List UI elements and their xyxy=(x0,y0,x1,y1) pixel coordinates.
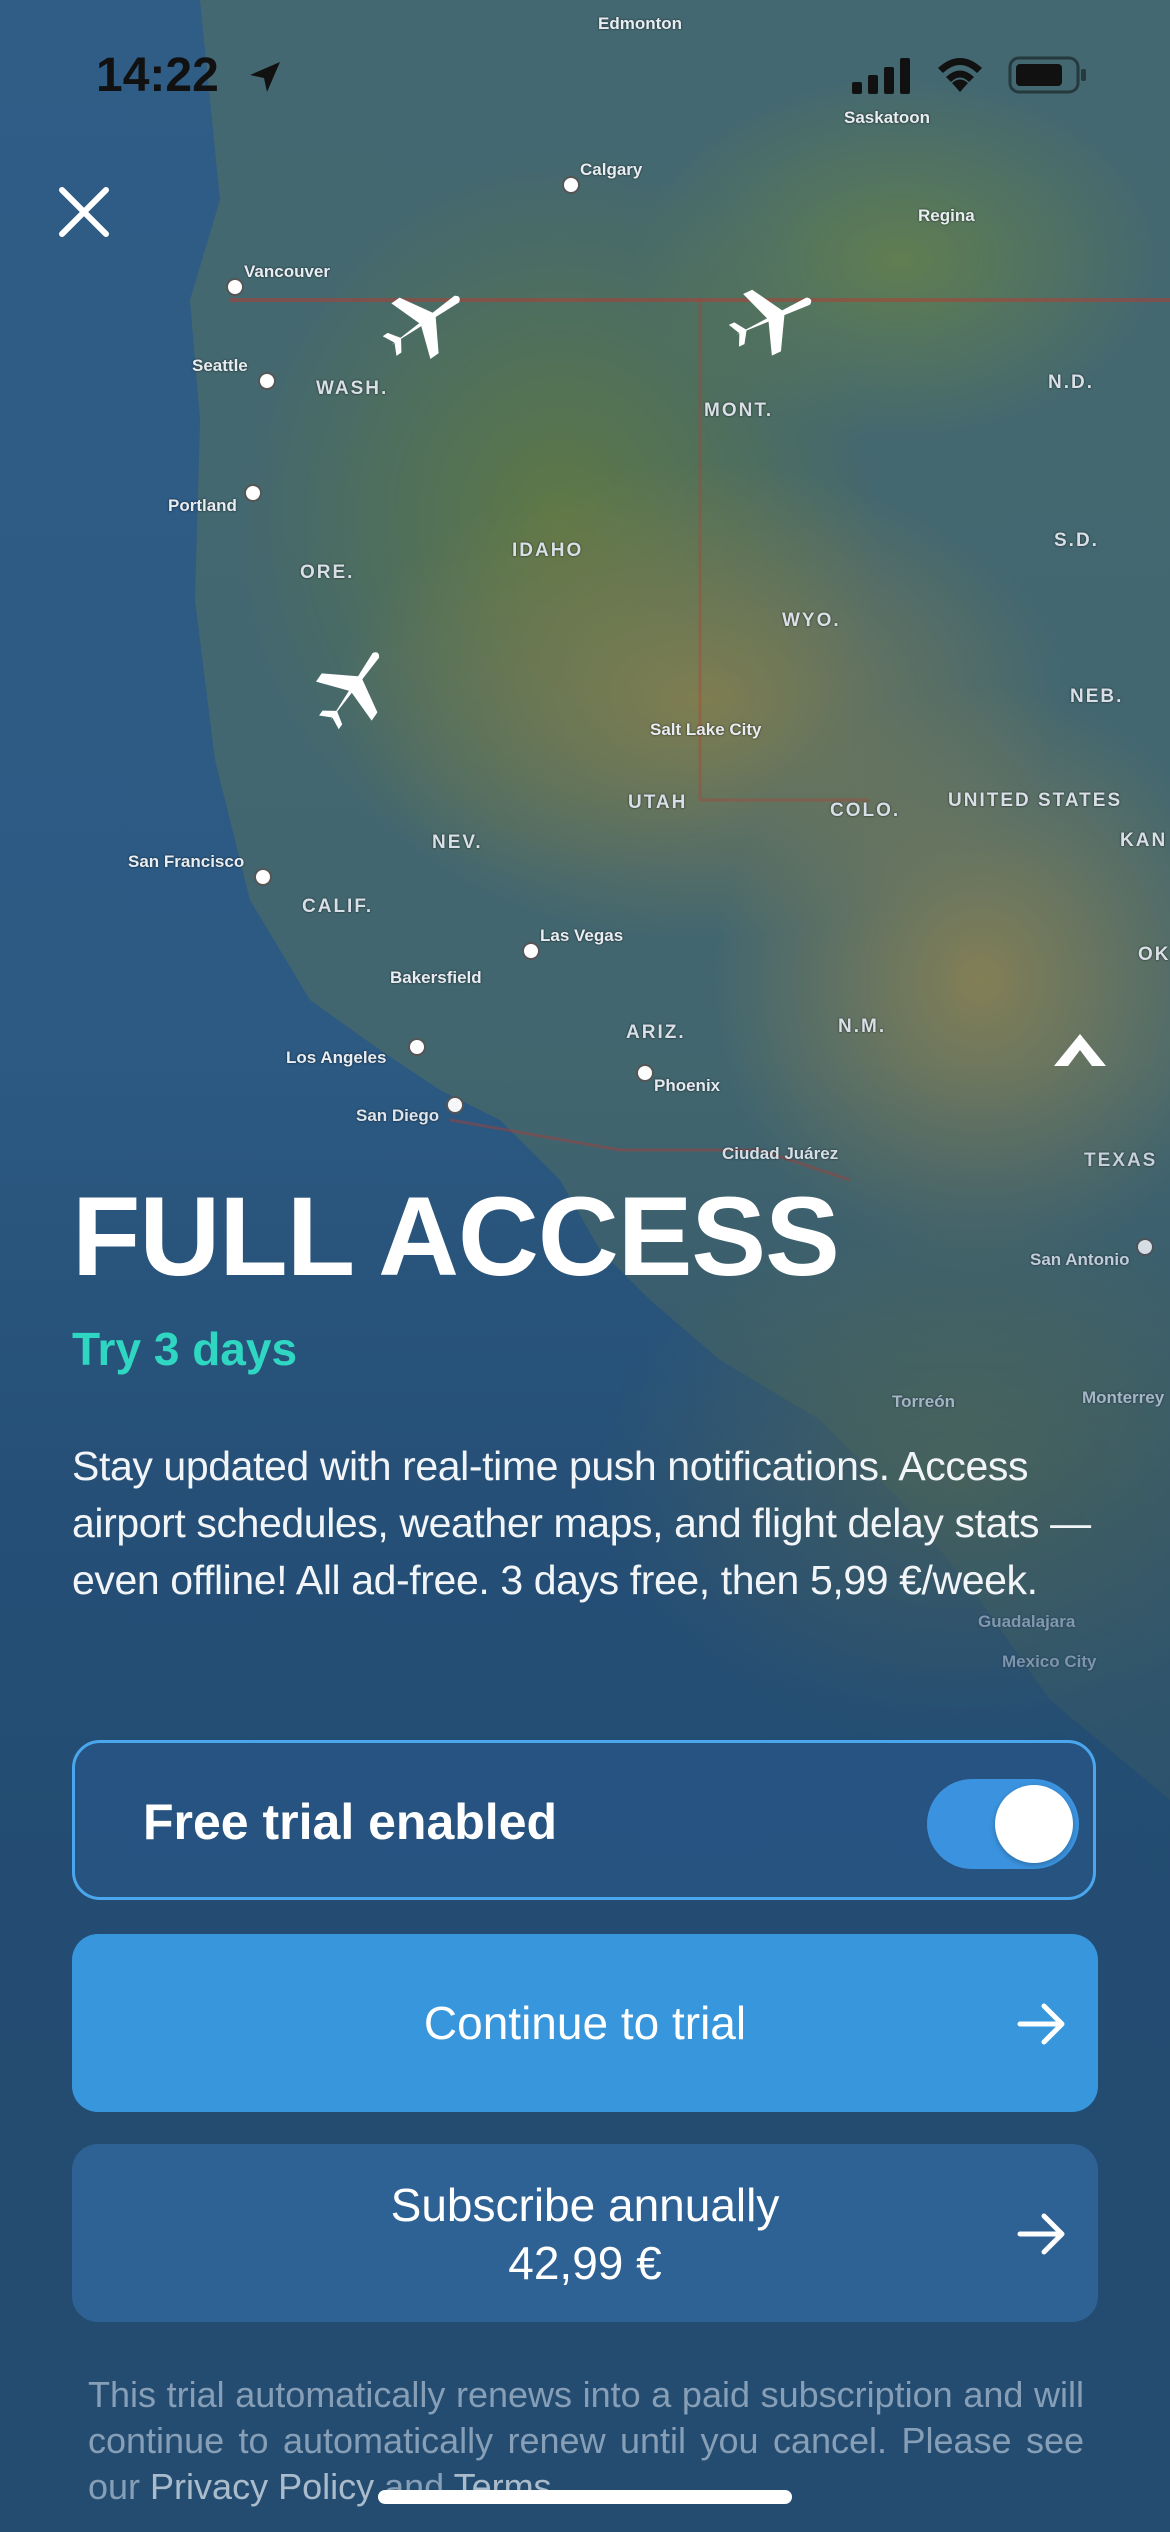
map-label-monterrey: Monterrey xyxy=(1082,1388,1165,1407)
map-label-los-angeles: Los Angeles xyxy=(286,1048,387,1067)
map-label-wyo: WYO. xyxy=(782,610,841,631)
map-label-san-diego: San Diego xyxy=(356,1106,440,1125)
map-label-torreon: Torreón xyxy=(892,1392,955,1411)
map-label-nev: NEV. xyxy=(432,832,483,853)
map-label-las-vegas: Las Vegas xyxy=(540,926,624,945)
map-label-san-francisco: San Francisco xyxy=(128,852,245,871)
home-indicator[interactable] xyxy=(378,2490,792,2504)
map-label-utah: UTAH xyxy=(628,792,688,813)
map-label-phoenix: Phoenix xyxy=(654,1076,721,1095)
airplane-icon[interactable] xyxy=(308,640,398,736)
trial-tagline: Try 3 days xyxy=(72,1323,298,1375)
map-label-mexico-city: Mexico City xyxy=(1002,1652,1097,1671)
city-dot xyxy=(258,372,276,390)
map-label-portland: Portland xyxy=(168,496,237,515)
battery-icon xyxy=(1008,56,1086,94)
continue-to-trial-label: Continue to trial xyxy=(423,1997,747,2049)
signal-icon xyxy=(852,58,910,94)
switch-knob xyxy=(995,1785,1073,1863)
map-label-nm: N.M. xyxy=(838,1016,887,1037)
wifi-icon xyxy=(938,58,982,92)
airplane-icon[interactable] xyxy=(724,276,820,360)
map-label-neb: NEB. xyxy=(1070,686,1124,707)
map-label-colo: COLO. xyxy=(830,800,901,821)
map-label-seattle: Seattle xyxy=(192,356,248,375)
map-label-ariz: ARIZ. xyxy=(626,1022,686,1043)
map-label-ok: OK xyxy=(1138,944,1170,965)
airplane-icon[interactable] xyxy=(1040,1024,1120,1068)
subscribe-annually-label: Subscribe annually xyxy=(390,2179,780,2231)
subscribe-annually-price: 42,99 € xyxy=(508,2237,662,2289)
city-dot xyxy=(244,484,262,502)
city-dot xyxy=(636,1064,654,1082)
subscribe-annually-button[interactable]: Subscribe annually 42,99 € xyxy=(72,2144,1098,2322)
free-trial-toggle-card[interactable]: Free trial enabled xyxy=(72,1740,1096,1900)
city-dot xyxy=(446,1096,464,1114)
status-bar: 14:22 xyxy=(0,0,1170,150)
map-label-wash: WASH. xyxy=(316,378,389,399)
arrow-right-icon xyxy=(1017,2003,1065,2045)
map-label-nd: N.D. xyxy=(1048,372,1094,393)
status-time: 14:22 xyxy=(96,49,219,102)
city-dot xyxy=(562,176,580,194)
airplane-icon[interactable] xyxy=(376,282,472,362)
map-label-kan: KAN xyxy=(1120,830,1168,851)
city-dot xyxy=(408,1038,426,1056)
city-dot xyxy=(226,278,244,296)
map-label-idaho: IDAHO xyxy=(512,540,584,561)
continue-to-trial-button[interactable]: Continue to trial xyxy=(72,1934,1098,2112)
map-label-mont: MONT. xyxy=(704,400,774,421)
city-dot xyxy=(1136,1238,1154,1256)
arrow-right-icon xyxy=(1017,2213,1065,2255)
map-label-united-states: UNITED STATES xyxy=(948,790,1123,811)
map-label-sd: S.D. xyxy=(1054,530,1099,551)
close-icon[interactable] xyxy=(56,184,112,240)
map-label-ore: ORE. xyxy=(300,562,355,583)
map-label-regina: Regina xyxy=(918,206,975,225)
map-label-bakersfield: Bakersfield xyxy=(390,968,482,987)
map-label-san-antonio: San Antonio xyxy=(1030,1250,1130,1269)
free-trial-switch[interactable] xyxy=(927,1779,1079,1869)
map-label-vancouver: Vancouver xyxy=(244,262,330,281)
city-dot xyxy=(522,942,540,960)
paywall-description: Stay updated with real-time push notific… xyxy=(72,1443,1091,1603)
map-label-calif: CALIF. xyxy=(302,896,374,917)
map-label-texas: TEXAS xyxy=(1084,1150,1158,1171)
free-trial-label: Free trial enabled xyxy=(143,1794,558,1850)
privacy-policy-link[interactable]: Privacy Policy xyxy=(150,2466,374,2507)
paywall-title: FULL ACCESS xyxy=(72,1174,840,1299)
city-dot xyxy=(254,868,272,886)
map-label-calgary: Calgary xyxy=(580,160,643,179)
map-label-salt-lake-city: Salt Lake City xyxy=(650,720,762,739)
map-label-ciudad-juarez: Ciudad Juárez xyxy=(722,1144,839,1163)
map-label-guadalajara: Guadalajara xyxy=(978,1612,1076,1631)
location-arrow-icon xyxy=(250,62,280,92)
